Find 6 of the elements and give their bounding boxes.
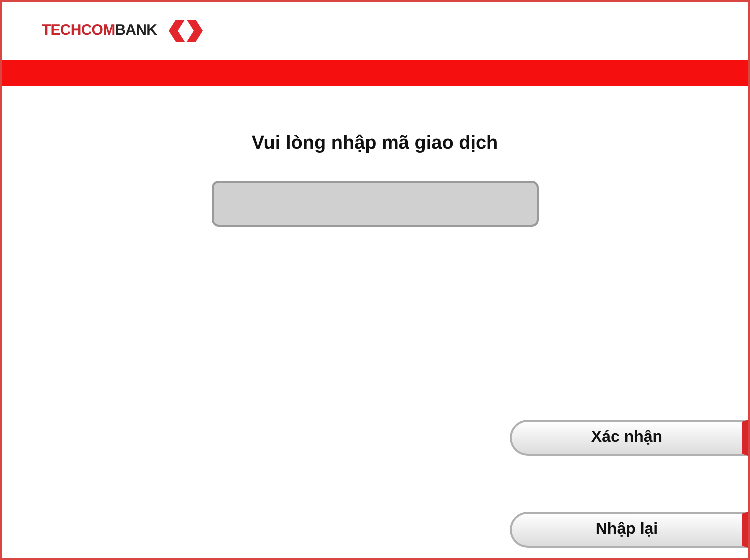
- code-field[interactable]: [212, 180, 538, 226]
- brand-name: TECHCOMBANK: [42, 20, 158, 41]
- menu-button[interactable]: Nhập lại: [510, 512, 748, 548]
- menu-button[interactable]: Xác nhận: [510, 420, 748, 456]
- prompt-text: Vui lòng nhập mã giao dịch: [252, 132, 498, 156]
- logo-icon: [167, 20, 206, 42]
